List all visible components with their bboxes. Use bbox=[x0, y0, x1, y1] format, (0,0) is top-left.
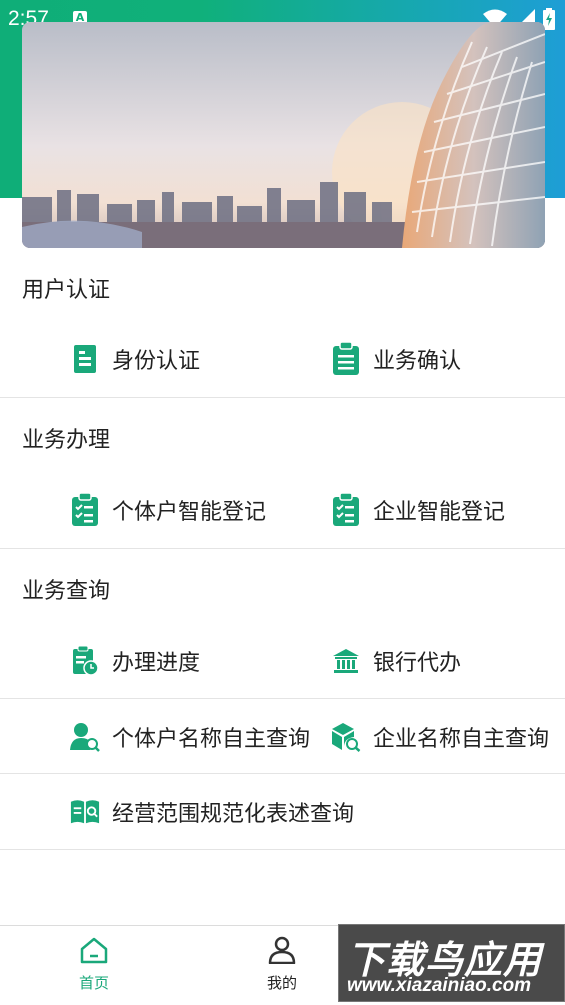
menu-item-identity-auth[interactable]: 身份认证 bbox=[70, 343, 200, 375]
menu-item-bank-agent[interactable]: 银行代办 bbox=[331, 645, 461, 677]
menu-item-business-scope-query[interactable]: 经营范围规范化表述查询 bbox=[70, 796, 354, 828]
menu-item-enterprise-name-query[interactable]: 企业名称自主查询 bbox=[331, 721, 549, 753]
watermark: 下载鸟应用 www.xiazainiao.com bbox=[338, 924, 565, 1002]
section-title-user-auth: 用户认证 bbox=[22, 278, 111, 303]
nav-label: 首页 bbox=[78, 974, 109, 992]
menu-item-label: 办理进度 bbox=[112, 651, 201, 676]
banner-image[interactable] bbox=[22, 22, 545, 248]
divider bbox=[0, 698, 565, 699]
book-search-icon bbox=[70, 796, 100, 828]
menu-item-label: 企业智能登记 bbox=[373, 500, 506, 525]
clipboard-list-icon bbox=[331, 342, 361, 375]
menu-item-label: 企业名称自主查询 bbox=[373, 727, 550, 752]
nav-label: 我的 bbox=[266, 974, 297, 992]
box-search-icon bbox=[331, 721, 361, 753]
menu-item-individual-name-query[interactable]: 个体户名称自主查询 bbox=[70, 721, 310, 753]
user-icon bbox=[268, 936, 296, 965]
id-card-icon bbox=[70, 343, 100, 375]
menu-item-enterprise-registration[interactable]: 企业智能登记 bbox=[331, 493, 506, 526]
nav-item-mine[interactable]: 我的 bbox=[242, 936, 322, 993]
menu-item-business-confirm[interactable]: 业务确认 bbox=[331, 342, 462, 375]
divider bbox=[0, 548, 565, 549]
section-title-business-query: 业务查询 bbox=[22, 579, 111, 604]
home-icon bbox=[80, 937, 108, 964]
nav-item-home[interactable]: 首页 bbox=[54, 936, 134, 993]
divider bbox=[0, 849, 565, 850]
watermark-url: www.xiazainiao.com bbox=[347, 975, 532, 996]
menu-item-label: 个体户名称自主查询 bbox=[112, 727, 311, 752]
checklist-icon bbox=[70, 493, 100, 526]
menu-item-label: 个体户智能登记 bbox=[112, 500, 267, 525]
checklist-icon bbox=[331, 493, 361, 526]
person-search-icon bbox=[70, 721, 100, 753]
menu-item-label: 经营范围规范化表述查询 bbox=[112, 802, 355, 827]
bank-icon bbox=[331, 645, 361, 677]
divider bbox=[0, 773, 565, 774]
menu-item-label: 业务确认 bbox=[373, 349, 462, 374]
progress-clock-icon bbox=[70, 645, 100, 677]
menu-item-progress[interactable]: 办理进度 bbox=[70, 645, 200, 677]
menu-item-label: 身份认证 bbox=[112, 349, 201, 374]
menu-item-label: 银行代办 bbox=[373, 651, 462, 676]
battery-icon bbox=[543, 8, 555, 30]
section-title-business-handle: 业务办理 bbox=[22, 428, 111, 453]
divider bbox=[0, 397, 565, 398]
menu-item-individual-registration[interactable]: 个体户智能登记 bbox=[70, 493, 267, 526]
